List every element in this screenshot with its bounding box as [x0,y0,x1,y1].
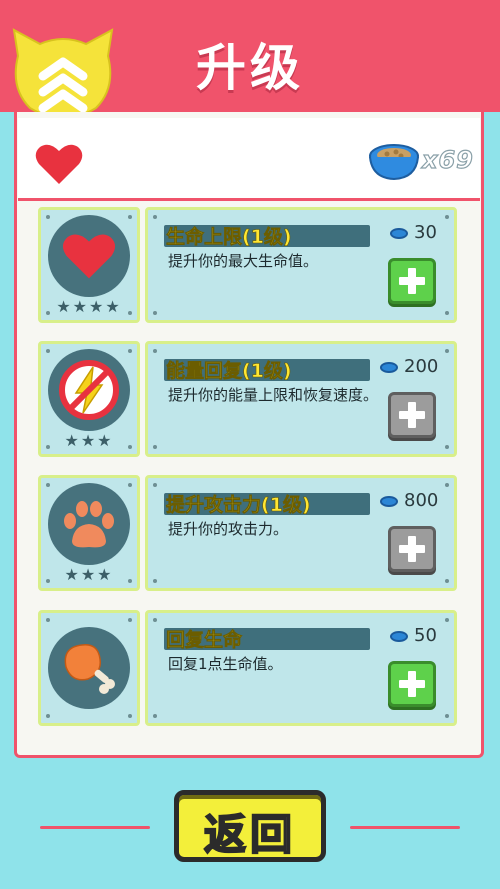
return-button-label: 返回 [203,809,296,860]
item-description: 回复1点生命值。 [168,655,283,673]
item-title: 回复生命 [166,629,243,652]
cost-value: 30 [414,222,437,243]
upgrade-button[interactable] [388,661,436,707]
coin-count: x69 [421,145,474,174]
item-description: 提升你的攻击力。 [168,520,289,538]
cat-chevron-up-icon[interactable] [10,28,116,124]
list-item: 生命上限(1级) 提升你的最大生命值。 30 [145,207,457,323]
list-item: 回复生命 回复1点生命值。 50 [145,610,457,726]
upgrade-button[interactable] [388,258,436,304]
item-icon-box: ★★★ [38,341,140,457]
level-stars: ★★★ [64,431,114,450]
return-button[interactable]: 返回 [174,790,326,862]
gem-icon [390,227,408,239]
upgrade-button[interactable] [388,392,436,438]
item-title: 能量回复(1级) [166,360,292,383]
item-cost: 800 [380,490,438,511]
item-icon-box [38,610,140,726]
list-item: 提升攻击力(1级) 提升你的攻击力。 800 [145,475,457,591]
level-stars: ★★★★ [56,297,122,316]
paw-icon [64,501,114,548]
item-title: 生命上限(1级) [166,226,292,249]
cost-value: 50 [414,625,437,646]
item-cost: 200 [380,356,438,377]
heart-icon [35,144,83,184]
item-cost: 50 [390,625,437,646]
level-stars: ★★★ [64,565,114,584]
cost-value: 800 [404,490,439,511]
item-icon-box: ★★★★ [38,207,140,323]
food-bowl-icon [369,144,419,181]
gem-icon [380,361,398,373]
heart-icon [62,234,116,279]
gem-icon [390,630,408,642]
upgrade-button[interactable] [388,526,436,572]
divider [40,826,150,829]
item-description: 提升你的最大生命值。 [168,252,319,270]
divider [350,826,460,829]
gem-icon [380,495,398,507]
item-description: 提升你的能量上限和恢复速度。 [168,386,379,404]
drumstick-icon [64,644,115,694]
cost-value: 200 [404,356,439,377]
item-title: 提升攻击力(1级) [166,494,311,517]
lightning-icon [59,360,119,420]
item-icon-box: ★★★ [38,475,140,591]
list-item: 能量回复(1级) 提升你的能量上限和恢复速度。 200 [145,341,457,457]
item-cost: 30 [390,222,437,243]
